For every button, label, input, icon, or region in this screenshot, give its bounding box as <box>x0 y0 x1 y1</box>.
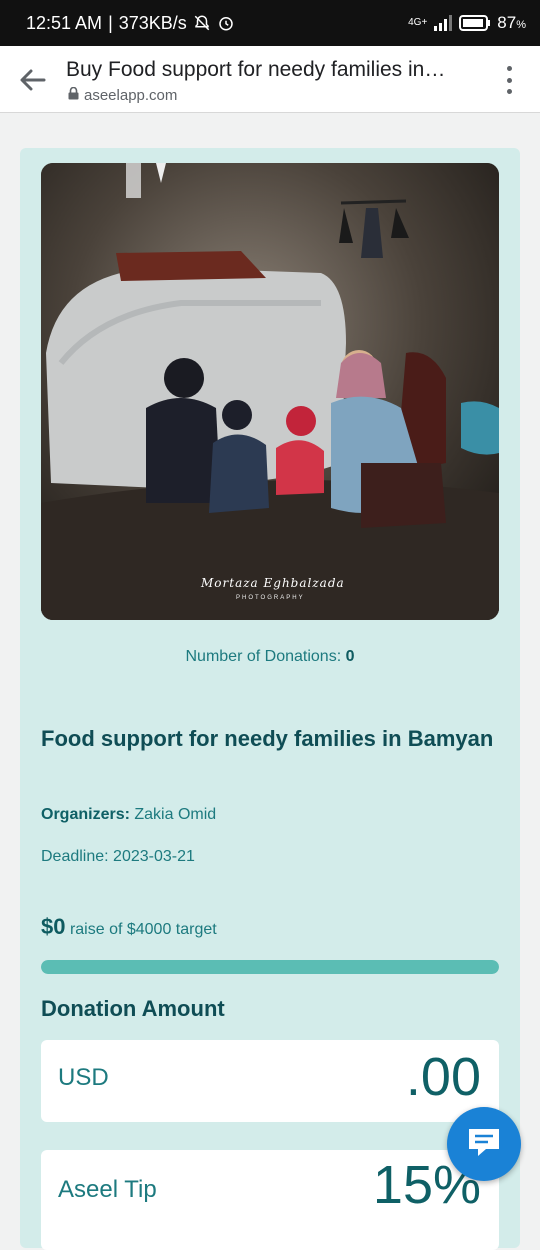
network-speed: 373KB/s <box>118 12 187 33</box>
network-type: 4G+ <box>408 17 428 28</box>
alarm-icon <box>217 14 235 32</box>
back-arrow-icon[interactable] <box>18 66 48 94</box>
campaign-photo: Mortaza Eghbalzada PHOTOGRAPHY <box>41 163 499 620</box>
notifications-off-icon <box>193 14 211 32</box>
donation-amount-input[interactable]: USD .00 <box>41 1040 499 1122</box>
campaign-title: Food support for needy families in Bamya… <box>41 726 494 751</box>
raised-amount: $0 <box>41 914 66 939</box>
status-bar: 12:51 AM | 373KB/s 4G+ 87% <box>0 0 540 46</box>
battery-level: 87% <box>497 13 526 32</box>
lock-icon <box>68 86 79 104</box>
photographer-signature-sub: PHOTOGRAPHY <box>236 595 305 601</box>
progress-bar <box>41 960 499 974</box>
page-title[interactable]: Buy Food support for needy families in B… <box>66 58 446 82</box>
battery-icon <box>459 15 491 31</box>
organizer-name: Zakia Omid <box>134 806 217 823</box>
signal-icon <box>433 15 453 31</box>
aseel-tip-input[interactable]: Aseel Tip 15% <box>41 1150 499 1250</box>
raise-summary: $0 raise of $4000 target <box>41 914 217 939</box>
browser-toolbar: Buy Food support for needy families in B… <box>0 46 540 113</box>
progress-bar-fill <box>41 960 499 974</box>
page-domain[interactable]: aseelapp.com <box>68 86 177 104</box>
currency-label: USD <box>58 1064 109 1091</box>
organizers: Organizers: Zakia Omid <box>41 806 217 823</box>
campaign-card: Mortaza Eghbalzada PHOTOGRAPHY Number of… <box>20 148 520 1250</box>
chat-button[interactable] <box>447 1107 521 1181</box>
more-options-icon[interactable] <box>504 66 514 94</box>
photographer-signature: Mortaza Eghbalzada <box>201 576 345 590</box>
chat-icon <box>466 1125 502 1164</box>
deadline: Deadline: 2023-03-21 <box>41 848 195 865</box>
clock: 12:51 AM <box>26 12 103 33</box>
donations-count: Number of Donations: 0 <box>185 648 355 665</box>
donation-amount-heading: Donation Amount <box>41 996 225 1021</box>
amount-value[interactable]: .00 <box>406 1046 481 1108</box>
